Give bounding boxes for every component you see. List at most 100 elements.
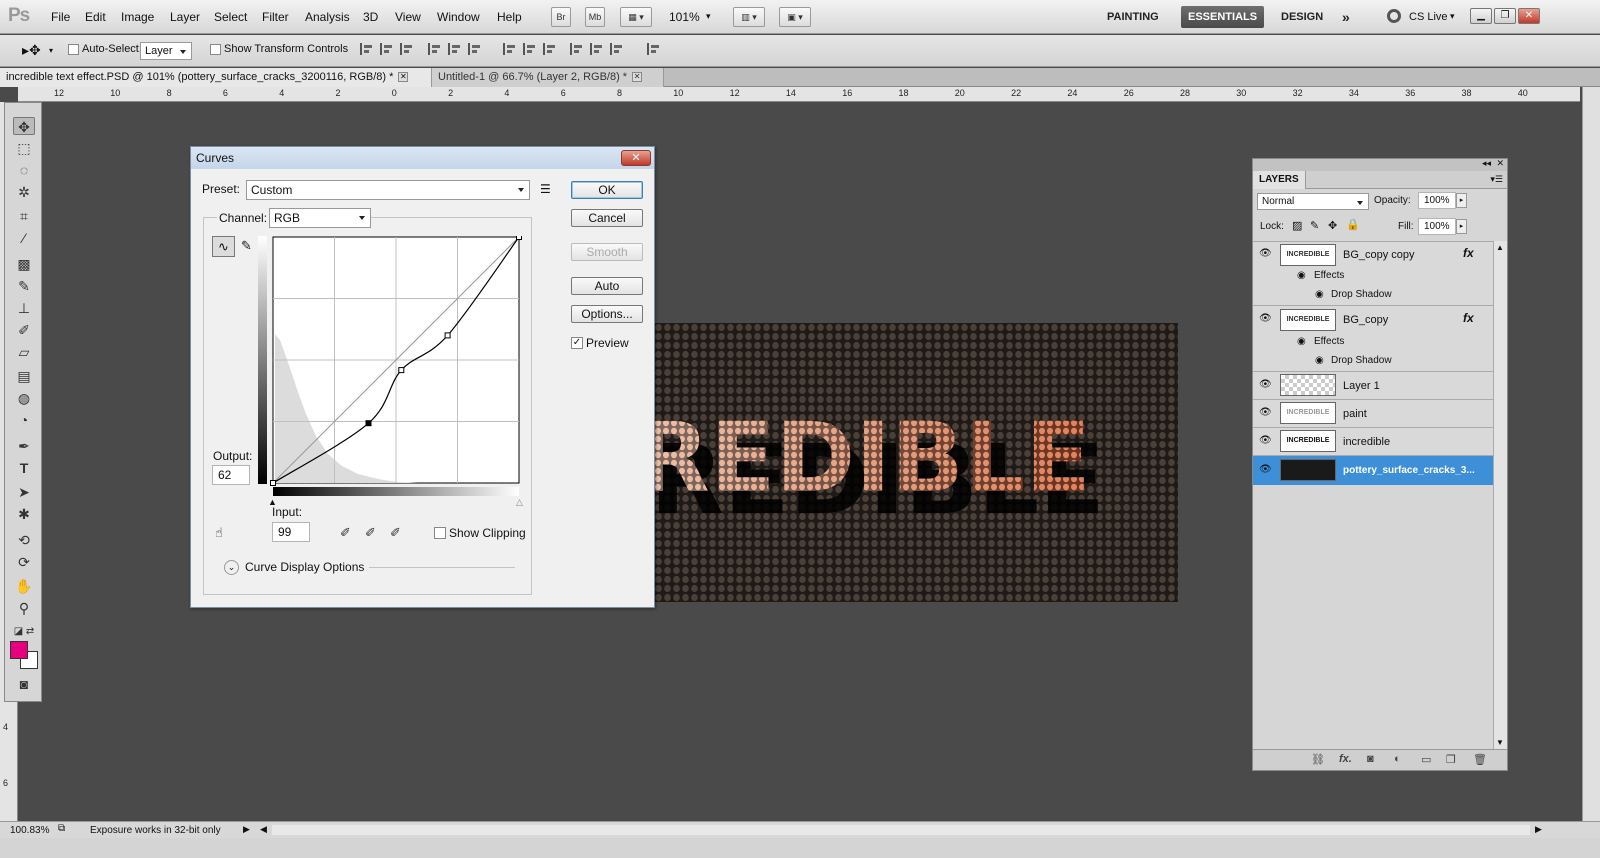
menu-file[interactable]: File — [51, 10, 70, 24]
fx-icon[interactable]: fx — [1463, 246, 1474, 260]
3d-rotate-tool-icon[interactable]: ⟲ — [13, 531, 35, 549]
layer-name[interactable]: incredible — [1343, 436, 1390, 448]
document-tab-active[interactable]: incredible text effect.PSD @ 101% (potte… — [0, 68, 432, 87]
fill-field[interactable]: 100% — [1418, 218, 1456, 235]
adjustment-layer-icon[interactable]: ◐ — [1394, 753, 1401, 765]
lock-transparent-icon[interactable]: ▨ — [1292, 219, 1302, 232]
add-layer-style-icon[interactable]: fx. — [1339, 753, 1352, 765]
effects-eye-icon[interactable]: ◉ — [1297, 270, 1306, 281]
curve-point[interactable] — [516, 236, 522, 240]
fx-icon[interactable]: fx — [1463, 311, 1474, 325]
drop-shadow-eye-icon[interactable]: ◉ — [1315, 289, 1324, 300]
layer-name[interactable]: Layer 1 — [1343, 380, 1380, 392]
mini-bridge-button[interactable]: Mb — [585, 7, 605, 27]
white-point-slider-icon[interactable]: △ — [516, 497, 523, 508]
visibility-eye-icon[interactable]: 👁 — [1259, 314, 1273, 324]
curve-point[interactable] — [270, 480, 276, 486]
document-tab[interactable]: Untitled-1 @ 66.7% (Layer 2, RGB/8) * ✕ — [432, 68, 664, 87]
new-group-icon[interactable]: ▭ — [1421, 753, 1431, 766]
cs-live-chevron-icon[interactable]: ▾ — [1450, 11, 1455, 22]
menu-analysis[interactable]: Analysis — [305, 10, 350, 24]
align-left-edges-icon[interactable] — [428, 43, 442, 55]
preset-dropdown[interactable]: Custom — [246, 180, 530, 200]
pencil-draw-icon[interactable]: ✎ — [241, 238, 252, 254]
show-clipping-checkbox[interactable] — [434, 527, 446, 539]
smooth-button[interactable]: Smooth — [571, 243, 643, 261]
menu-edit[interactable]: Edit — [85, 10, 106, 24]
eraser-tool-icon[interactable]: ▱ — [13, 343, 35, 361]
curve-point-selected[interactable] — [365, 420, 372, 427]
path-selection-tool-icon[interactable]: ➤ — [13, 483, 35, 501]
close-panel-icon[interactable]: ✕ — [1496, 158, 1504, 169]
layer-row[interactable]: 👁 INCREDIBLE paint — [1253, 399, 1493, 427]
visibility-eye-icon[interactable]: 👁 — [1259, 465, 1273, 475]
workspace-design[interactable]: DESIGN — [1274, 6, 1330, 28]
menu-view[interactable]: View — [395, 10, 421, 24]
curve-point[interactable] — [444, 332, 451, 339]
vertical-scrollbar[interactable] — [1582, 87, 1600, 822]
marquee-tool-icon[interactable]: ⬚ — [13, 139, 35, 157]
lock-image-icon[interactable]: ✎ — [1310, 219, 1319, 232]
tool-preset-chevron-icon[interactable]: ▾ — [49, 46, 53, 55]
dialog-title[interactable]: Curves — [191, 147, 654, 169]
lock-all-icon[interactable]: 🔒 — [1346, 218, 1360, 231]
preset-options-icon[interactable]: ☰ — [540, 182, 551, 196]
add-mask-icon[interactable]: ◙ — [1367, 753, 1374, 765]
document-canvas[interactable]: REDIBLE REDIBLE REDIBLE — [654, 323, 1178, 602]
auto-select-dropdown[interactable]: Layer — [140, 42, 192, 60]
move-tool-preset-icon[interactable]: ▸✥ — [22, 42, 41, 59]
collapse-panel-icon[interactable]: ◂◂ — [1482, 158, 1491, 169]
zoom-chevron-down-icon[interactable]: ▾ — [706, 11, 711, 22]
bridge-button[interactable]: Br — [551, 7, 571, 27]
brush-tool-icon[interactable]: ✎ — [13, 277, 35, 295]
layer-name[interactable]: paint — [1343, 408, 1367, 420]
panel-menu-icon[interactable]: ▾☰ — [1490, 174, 1503, 185]
input-field[interactable]: 99 — [272, 522, 310, 542]
pen-tool-icon[interactable]: ✒ — [13, 437, 35, 455]
hand-tool-icon[interactable]: ✋ — [13, 577, 35, 595]
delete-layer-icon[interactable]: 🗑 — [1473, 753, 1487, 766]
layers-tab[interactable]: LAYERS — [1253, 171, 1306, 189]
preview-checkbox[interactable]: ✓ — [571, 337, 583, 349]
menu-image[interactable]: Image — [121, 10, 154, 24]
align-horizontal-centers-icon[interactable] — [448, 43, 462, 55]
3d-orbit-tool-icon[interactable]: ⟳ — [13, 553, 35, 571]
show-transform-checkbox[interactable] — [210, 44, 221, 55]
gray-eyedropper-icon[interactable]: ✐ — [365, 525, 376, 541]
workspace-painting[interactable]: PAINTING — [1100, 6, 1166, 28]
status-info-icon[interactable]: ⧉ — [58, 823, 65, 834]
menu-window[interactable]: Window — [437, 10, 480, 24]
channel-dropdown[interactable]: RGB — [269, 208, 371, 228]
distribute-right-icon[interactable] — [610, 43, 624, 55]
shape-tool-icon[interactable]: ✱ — [13, 505, 35, 523]
opacity-field[interactable]: 100% — [1418, 192, 1456, 209]
workspace-more-button[interactable]: » — [1335, 6, 1357, 28]
layer-row[interactable]: 👁 INCREDIBLE BG_copy fx ◉ Effects ◉ Drop… — [1253, 305, 1493, 371]
layer-row[interactable]: 👁 INCREDIBLE BG_copy copy fx ◉ Effects ◉… — [1253, 241, 1493, 305]
swap-colors-icon[interactable]: ◪ ⇄ — [13, 623, 35, 641]
effects-eye-icon[interactable]: ◉ — [1297, 336, 1306, 347]
gradient-tool-icon[interactable]: ▤ — [13, 367, 35, 385]
ok-button[interactable]: OK — [571, 181, 643, 199]
curve-edit-points-icon[interactable]: ∿ — [212, 236, 235, 257]
layer-name[interactable]: BG_copy — [1343, 314, 1388, 326]
clone-stamp-tool-icon[interactable]: ⊥ — [13, 299, 35, 317]
close-tab-icon[interactable]: ✕ — [632, 72, 643, 83]
arrange-documents-button[interactable]: ▥ ▾ — [733, 7, 765, 27]
layer-row-selected[interactable]: 👁 pottery_surface_cracks_3... — [1253, 455, 1493, 485]
distribute-centers-icon[interactable] — [523, 43, 537, 55]
cs-live-menu[interactable]: CS Live — [1409, 11, 1448, 23]
scroll-down-icon[interactable]: ▼ — [1496, 738, 1504, 747]
auto-select-checkbox[interactable] — [68, 44, 79, 55]
new-layer-icon[interactable]: ❒ — [1446, 753, 1456, 766]
layers-scrollbar[interactable]: ▲ ▼ — [1493, 241, 1507, 749]
workspace-essentials[interactable]: ESSENTIALS — [1181, 6, 1265, 28]
distribute-bottom-icon[interactable] — [543, 43, 557, 55]
zoom-tool-icon[interactable]: ⚲ — [13, 599, 35, 617]
quick-selection-tool-icon[interactable]: ✲ — [13, 183, 35, 201]
scroll-left-icon[interactable]: ◀ — [260, 824, 267, 835]
align-top-edges-icon[interactable] — [360, 43, 374, 55]
fill-slider-arrow-icon[interactable]: ▸ — [1456, 219, 1467, 234]
visibility-eye-icon[interactable]: 👁 — [1259, 249, 1273, 259]
foreground-color-swatch[interactable] — [10, 641, 28, 659]
